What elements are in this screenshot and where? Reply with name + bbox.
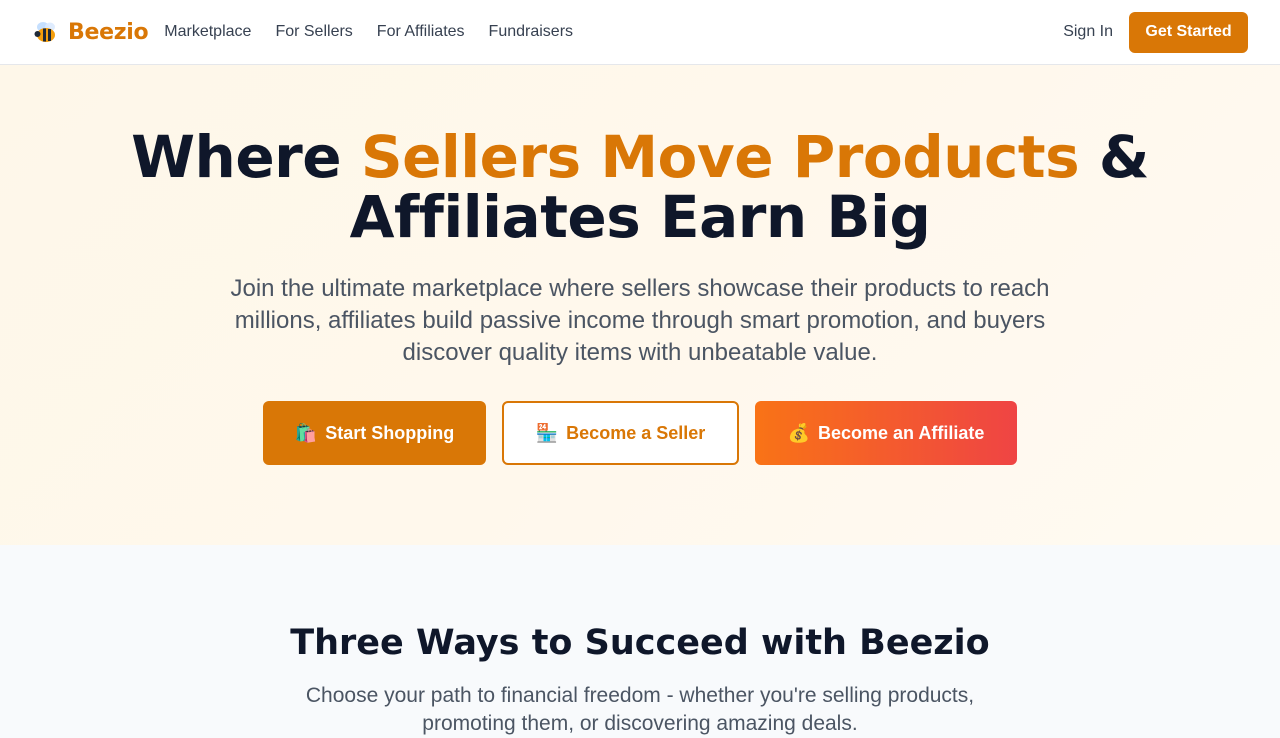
nav-link-for-affiliates[interactable]: For Affiliates	[377, 23, 465, 41]
section-subtitle: Choose your path to financial freedom - …	[305, 684, 975, 735]
brand-name: Beezio	[68, 19, 149, 45]
three-ways-section: Three Ways to Succeed with Beezio Choose…	[0, 545, 1280, 735]
shopping-bag-icon: 🛍️	[294, 422, 318, 444]
get-started-button[interactable]: Get Started	[1129, 11, 1248, 53]
hero-title-accent: Sellers Move Products	[360, 123, 1080, 191]
hero-section: Where Sellers Move Products & Affiliates…	[0, 65, 1280, 545]
nav-link-for-sellers[interactable]: For Sellers	[275, 23, 352, 41]
sign-in-link[interactable]: Sign In	[1063, 23, 1113, 41]
become-seller-button[interactable]: 🏪 Become a Seller	[502, 401, 739, 465]
become-seller-label: Become a Seller	[566, 422, 706, 443]
hero-title: Where Sellers Move Products & Affiliates…	[0, 127, 1280, 247]
money-bag-icon: 💰	[787, 422, 811, 444]
hero-subtitle: Join the ultimate marketplace where sell…	[230, 275, 1050, 366]
nav-actions: Sign In Get Started	[1063, 11, 1248, 53]
become-affiliate-button[interactable]: 💰 Become an Affiliate	[755, 401, 1017, 465]
main-nav: Marketplace For Sellers For Affiliates F…	[164, 23, 573, 41]
nav-link-fundraisers[interactable]: Fundraisers	[489, 23, 573, 41]
become-affiliate-label: Become an Affiliate	[818, 422, 985, 443]
bee-icon	[32, 18, 60, 46]
hero-title-part1: Where	[131, 123, 361, 191]
start-shopping-button[interactable]: 🛍️ Start Shopping	[263, 401, 486, 465]
nav-link-marketplace[interactable]: Marketplace	[164, 23, 251, 41]
brand-logo-link[interactable]: Beezio	[32, 18, 149, 46]
top-navbar: Beezio Marketplace For Sellers For Affil…	[0, 0, 1280, 65]
section-title: Three Ways to Succeed with Beezio	[290, 623, 990, 663]
hero-buttons: 🛍️ Start Shopping 🏪 Become a Seller 💰 Be…	[0, 401, 1280, 465]
start-shopping-label: Start Shopping	[325, 422, 455, 443]
store-icon: 🏪	[535, 422, 559, 444]
